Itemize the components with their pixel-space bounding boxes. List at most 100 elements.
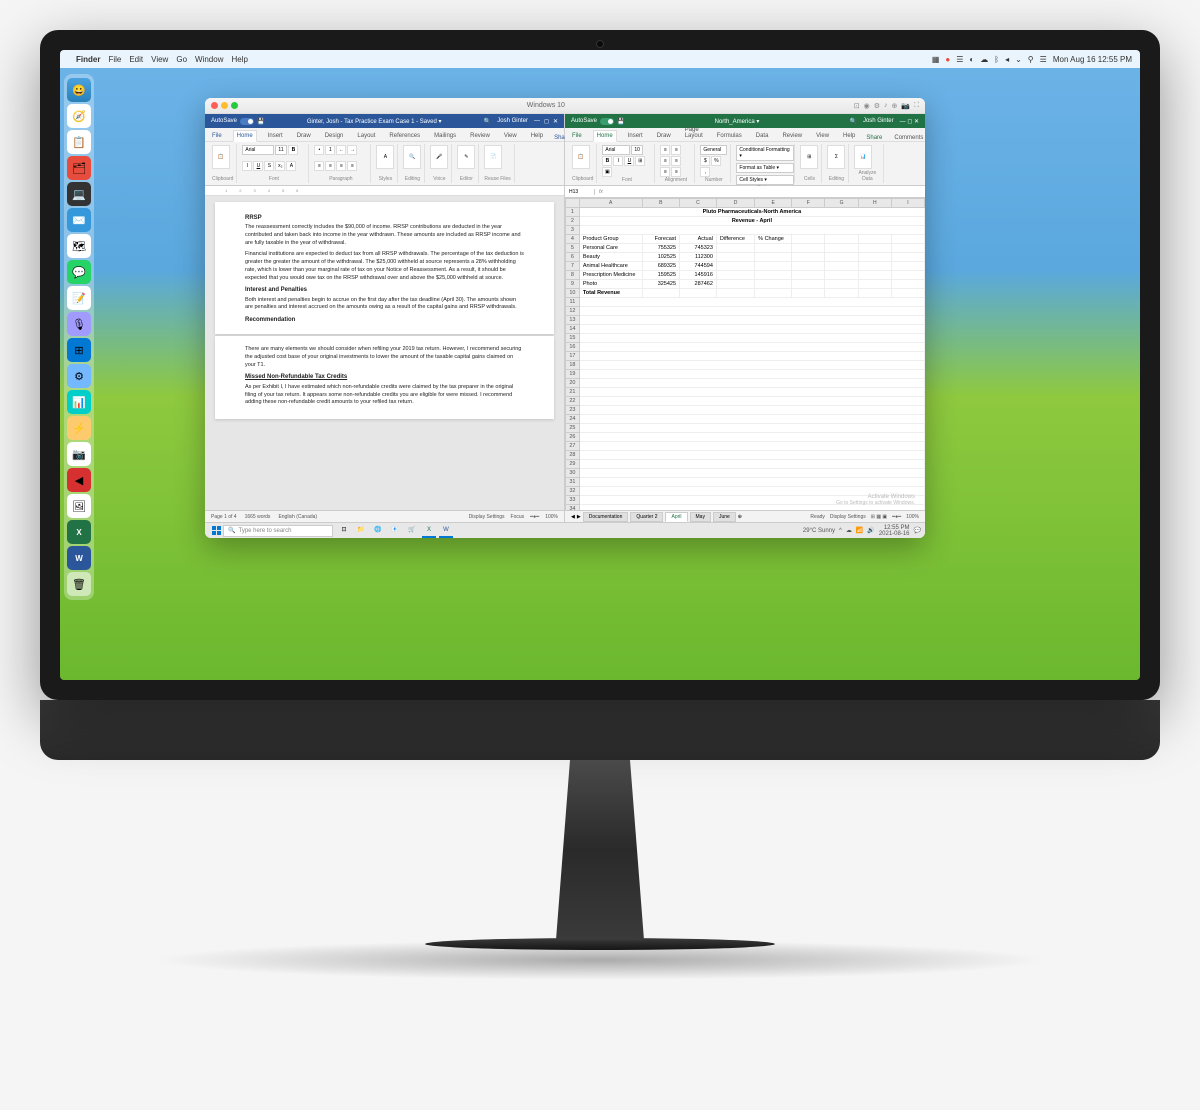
sheet-nav[interactable]: ▶ [577, 514, 581, 520]
cond-format[interactable]: Conditional Formatting ▾ [736, 145, 794, 161]
align-right-button[interactable]: ≡ [336, 161, 346, 171]
wifi-icon[interactable]: ⌄ [1015, 55, 1022, 64]
align-left-button[interactable]: ≡ [314, 161, 324, 171]
italic-button[interactable]: I [242, 161, 252, 171]
sheet-tab-q2[interactable]: Quarter 2 [630, 512, 663, 522]
header-cell[interactable]: % Change [755, 235, 792, 244]
tab-design[interactable]: Design [322, 131, 347, 141]
menu-file[interactable]: File [108, 55, 121, 64]
align-bot[interactable]: ≡ [660, 156, 670, 166]
minimize-icon[interactable]: — [900, 119, 906, 125]
menu-window[interactable]: Window [195, 55, 223, 64]
vm-icon[interactable]: ⛶ [914, 102, 919, 110]
add-sheet-button[interactable]: ⊕ [738, 514, 742, 520]
dock-app[interactable]: 🗂 [67, 156, 91, 180]
taskbar-edge[interactable]: 🌐 [371, 524, 385, 538]
align-left[interactable]: ≡ [671, 156, 681, 166]
cells-button[interactable]: ⊞ [800, 145, 818, 169]
border-button[interactable]: ⊞ [635, 156, 645, 166]
battery-icon[interactable]: ◂ [1005, 55, 1009, 64]
indent-button[interactable]: ← [336, 145, 346, 155]
tab-file[interactable]: File [209, 131, 225, 141]
minimize-icon[interactable]: — [534, 118, 540, 125]
dock-app[interactable]: 📝 [67, 286, 91, 310]
maximize-icon[interactable]: ◻ [907, 119, 912, 125]
color-button[interactable]: A [286, 161, 296, 171]
tab-view[interactable]: View [501, 131, 520, 141]
tray-network[interactable]: 📶 [856, 527, 863, 534]
dock-app[interactable]: 🗺 [67, 234, 91, 258]
tab-references[interactable]: References [386, 131, 423, 141]
sheet-title[interactable]: Pluto Pharmaceuticals-North America [579, 208, 924, 217]
dock-app[interactable]: ⚡ [67, 416, 91, 440]
dock-app[interactable]: ⚙ [67, 364, 91, 388]
vm-icon[interactable]: ◉ [864, 102, 870, 110]
dock-app[interactable]: 🖼 [67, 494, 91, 518]
autosave-toggle[interactable] [240, 118, 254, 125]
status-icon[interactable]: ● [945, 55, 950, 64]
menu-go[interactable]: Go [176, 55, 187, 64]
ruler[interactable]: 123456 [205, 186, 564, 196]
datetime[interactable]: Mon Aug 16 12:55 PM [1053, 55, 1132, 64]
dock-app[interactable]: ✉️ [67, 208, 91, 232]
align-center[interactable]: ≡ [660, 167, 670, 177]
bluetooth-icon[interactable]: ᛒ [994, 55, 999, 64]
align-top[interactable]: ≡ [660, 145, 670, 155]
status-icon[interactable]: ▦ [932, 55, 940, 64]
start-button[interactable] [209, 524, 223, 538]
col-header[interactable]: I [891, 199, 924, 208]
col-header[interactable]: D [716, 199, 754, 208]
taskbar-excel[interactable]: X [422, 524, 436, 538]
sheet-tab-april[interactable]: April [665, 512, 687, 522]
align-center-button[interactable]: ≡ [325, 161, 335, 171]
menu-edit[interactable]: Edit [129, 55, 143, 64]
styles-button[interactable]: A [376, 145, 394, 169]
app-name[interactable]: Finder [76, 55, 100, 64]
status-icon[interactable]: ☰ [956, 55, 963, 64]
cell-styles[interactable]: Cell Styles ▾ [736, 175, 794, 185]
tab-review[interactable]: Review [779, 131, 805, 141]
bold-button[interactable]: B [288, 145, 298, 155]
minimize-button[interactable] [221, 102, 228, 109]
tab-help[interactable]: Help [840, 131, 858, 141]
control-center-icon[interactable]: ☰ [1040, 55, 1047, 64]
bold-button[interactable]: B [602, 156, 612, 166]
status-icon[interactable]: ◐ [969, 55, 974, 64]
bullets-button[interactable]: • [314, 145, 324, 155]
col-header[interactable]: F [792, 199, 825, 208]
header-cell[interactable]: Forecast [642, 235, 680, 244]
comments-button[interactable]: Comments [894, 135, 923, 141]
tab-mailings[interactable]: Mailings [431, 131, 459, 141]
total-label[interactable]: Total Revenue [579, 289, 642, 298]
dock-trash[interactable]: 🗑 [67, 572, 91, 596]
dock-app[interactable]: 📊 [67, 390, 91, 414]
taskbar-word[interactable]: W [439, 524, 453, 538]
vm-icon[interactable]: ⚙ [874, 102, 880, 110]
paste-button[interactable]: 📋 [212, 145, 230, 169]
dock-word[interactable]: W [67, 546, 91, 570]
zoom-slider[interactable]: ━●━ [892, 514, 901, 520]
vm-icon[interactable]: 📷 [901, 102, 910, 110]
sheet-tab-may[interactable]: May [690, 512, 711, 522]
tab-help[interactable]: Help [528, 131, 546, 141]
close-button[interactable] [211, 102, 218, 109]
align-mid[interactable]: ≡ [671, 145, 681, 155]
font-name[interactable]: Arial [602, 145, 630, 155]
zoom-slider[interactable]: ━●━ [530, 514, 539, 520]
zoom-level[interactable]: 100% [545, 514, 558, 520]
share-button[interactable]: Share [866, 135, 882, 141]
strike-button[interactable]: S [264, 161, 274, 171]
tab-home[interactable]: Home [593, 130, 617, 142]
col-header[interactable]: B [642, 199, 680, 208]
number-format[interactable]: General [700, 145, 727, 155]
fill-button[interactable]: ▣ [602, 167, 612, 177]
editing-button[interactable]: 🔍 [403, 145, 421, 169]
search-icon[interactable]: 🔍 [849, 118, 856, 125]
vm-icon[interactable]: ♪ [884, 102, 888, 110]
sheet-nav[interactable]: ◀ [571, 514, 575, 520]
close-icon[interactable]: ✕ [914, 119, 919, 125]
vm-icon[interactable]: ⊡ [854, 102, 860, 110]
underline-button[interactable]: U [253, 161, 263, 171]
header-cell[interactable]: Product Group [579, 235, 642, 244]
currency[interactable]: $ [700, 156, 710, 166]
